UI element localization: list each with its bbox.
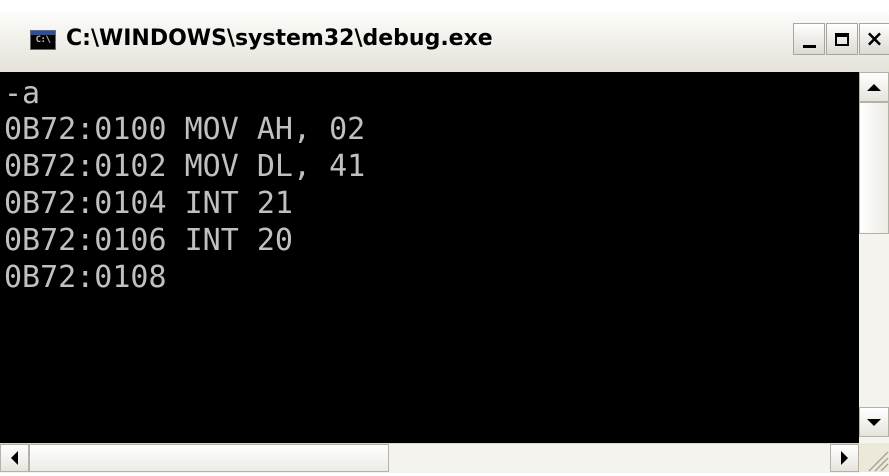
console-line: 0B72:0104 INT 21 [4,186,293,221]
scroll-down-button[interactable] [859,407,889,437]
horizontal-scroll-thumb[interactable] [29,444,389,472]
scroll-right-button[interactable] [830,444,859,472]
resize-grip[interactable] [859,443,889,472]
app-icon-text: C:\ [35,35,51,45]
console-line: 0B72:0102 MOV DL, 41 [4,149,366,184]
close-icon: × [865,26,884,52]
console-line: 0B72:0106 INT 20 [4,223,293,258]
arrow-up-icon [867,83,881,91]
minimize-icon [802,44,816,48]
window-title: C:\WINDOWS\system32\debug.exe [66,26,493,51]
arrow-down-icon [867,418,881,426]
scroll-up-button[interactable] [859,72,889,102]
vertical-scrollbar[interactable] [859,72,889,443]
arrow-right-icon [841,451,848,465]
console-app-icon[interactable]: C:\ [30,30,56,50]
console-line: 0B72:0108 [4,260,167,295]
resize-grip-icon [868,451,889,472]
maximize-button[interactable] [826,23,858,55]
console-window: C:\ C:\WINDOWS\system32\debug.exe × -a 0… [0,10,889,473]
close-button[interactable]: × [859,23,889,55]
title-bar[interactable]: C:\ C:\WINDOWS\system32\debug.exe × [0,10,889,73]
vertical-scroll-thumb[interactable] [859,102,889,234]
maximize-icon [835,32,849,46]
console-line: 0B72:0100 MOV AH, 02 [4,112,366,147]
minimize-button[interactable] [793,23,825,55]
console-output[interactable]: -a 0B72:0100 MOV AH, 02 0B72:0102 MOV DL… [0,72,859,443]
scroll-left-button[interactable] [0,444,29,472]
console-line: -a [4,76,41,111]
horizontal-scrollbar[interactable] [0,443,859,473]
arrow-left-icon [11,451,18,465]
